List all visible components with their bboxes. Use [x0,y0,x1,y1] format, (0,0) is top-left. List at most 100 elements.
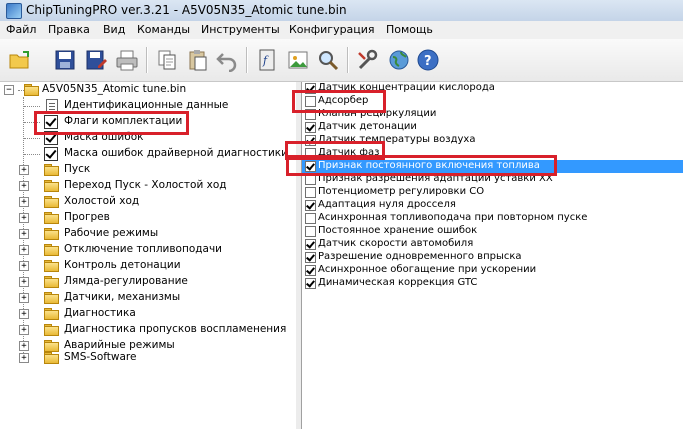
image-icon[interactable] [286,48,310,72]
menu-configuration[interactable]: Конфигурация [289,23,375,36]
expand-icon[interactable]: + [19,181,29,191]
tree-root[interactable]: − A5V05N35_Atomic tune.bin [4,82,294,98]
flag-checkbox[interactable] [305,213,316,224]
expand-icon[interactable]: + [19,325,29,335]
flag-checkbox[interactable] [305,200,316,211]
tree-item-idle[interactable]: + Холостой ход [19,194,294,210]
flag-checkbox[interactable] [305,265,316,276]
flag-label: Датчик детонации [318,121,417,132]
flag-checkbox[interactable] [305,252,316,263]
menu-edit[interactable]: Правка [48,23,90,36]
flag-checkbox[interactable] [305,226,316,237]
menu-commands[interactable]: Команды [137,23,190,36]
expand-icon[interactable]: + [19,229,29,239]
flag-checkbox[interactable] [305,239,316,250]
flag-item[interactable]: Асинхронная топливоподача при повторном … [302,212,683,225]
menu-file[interactable]: Файл [6,23,36,36]
search-icon[interactable] [316,48,340,72]
folder-icon [44,352,59,364]
expand-icon[interactable]: + [19,245,29,255]
tree-item-start[interactable]: + Пуск [19,162,294,178]
flags-list: Датчик концентрации кислорода Адсорбер К… [302,82,683,429]
paste-icon[interactable] [186,48,210,72]
tree-root-label: A5V05N35_Atomic tune.bin [42,83,187,95]
globe-icon[interactable] [387,48,411,72]
folder-icon [44,212,59,224]
tools-icon[interactable] [356,48,380,72]
flag-label: Асинхронная топливоподача при повторном … [318,212,588,223]
flag-checkbox[interactable] [305,122,316,133]
expand-icon[interactable]: + [19,309,29,319]
save-icon[interactable] [53,48,77,72]
flag-item[interactable]: Асинхронное обогащение при ускорении [302,264,683,277]
undo-icon[interactable] [215,48,239,72]
folder-icon [44,324,59,336]
flag-label: Асинхронное обогащение при ускорении [318,264,537,275]
expand-icon[interactable]: + [19,277,29,287]
toolbar: f ? [0,39,683,82]
flag-item[interactable]: Разрешение одновременного впрыска [302,251,683,264]
tree-item-label: Рабочие режимы [64,227,159,239]
tree-item-sensors[interactable]: + Датчики, механизмы [19,290,294,306]
flag-item[interactable]: Адаптация нуля дросселя [302,199,683,212]
tree-item-misfire-diagnostics[interactable]: + Диагностика пропусков воспламенения [19,322,294,338]
flag-label: Динамическая коррекция GTC [318,277,478,288]
tree-item-fuel-cutoff[interactable]: + Отключение топливоподачи [19,242,294,258]
folder-icon [44,308,59,320]
tree-item-label: Маска ошибок драйверной диагностики [64,147,288,159]
folder-icon [44,180,59,192]
copy-icon[interactable] [155,48,179,72]
expand-icon[interactable]: + [19,353,29,363]
menu-help[interactable]: Помощь [386,23,433,36]
highlight-frame-adsorber [292,90,386,113]
tree-item-diagnostics[interactable]: + Диагностика [19,306,294,322]
highlight-frame-flags-node [34,111,189,135]
print-icon[interactable] [115,48,139,72]
calculator-icon[interactable]: f [255,48,279,72]
expand-icon[interactable]: + [19,165,29,175]
tree-item-start-idle-transition[interactable]: + Переход Пуск - Холостой ход [19,178,294,194]
tree-item-driver-error-mask[interactable]: Маска ошибок драйверной диагностики [24,146,294,162]
folder-icon [44,228,59,240]
tree-item-label: Контроль детонации [64,259,181,271]
tree-item-label: Лямда-регулирование [64,275,188,287]
folder-icon [44,196,59,208]
folder-open-icon [24,84,39,96]
window-title: ChipTuningPRO ver.3.21 - A5V05N35_Atomic… [26,3,347,17]
expand-icon[interactable]: + [19,213,29,223]
flag-label: Разрешение одновременного впрыска [318,251,522,262]
tree-item-knock-control[interactable]: + Контроль детонации [19,258,294,274]
tree-item-operating-modes[interactable]: + Рабочие режимы [19,226,294,242]
tree-item-label: Диагностика пропусков воспламенения [64,323,287,335]
tree-item-label: Холостой ход [64,195,140,207]
menu-tools[interactable]: Инструменты [201,23,280,36]
tree-item-label: Датчики, механизмы [64,291,181,303]
expand-icon[interactable]: + [19,197,29,207]
open-folder-icon[interactable] [8,48,32,72]
collapse-icon[interactable]: − [4,85,14,95]
flag-item[interactable]: Динамическая коррекция GTC [302,277,683,290]
tree-item-lambda-control[interactable]: + Лямда-регулирование [19,274,294,290]
expand-icon[interactable]: + [19,293,29,303]
folder-icon [44,292,59,304]
checkbox-icon [44,147,58,161]
tree-item-label: Переход Пуск - Холостой ход [64,179,227,191]
flag-item[interactable]: Датчик детонации [302,121,683,134]
flag-label: Потенциометр регулировки СО [318,186,485,197]
tree-item-label: Идентификационные данные [64,99,229,111]
flag-item[interactable]: Потенциометр регулировки СО [302,186,683,199]
folder-icon [44,244,59,256]
flag-checkbox[interactable] [305,278,316,289]
help-icon[interactable]: ? [416,48,440,72]
expand-icon[interactable]: + [19,261,29,271]
tree-item-warmup[interactable]: + Прогрев [19,210,294,226]
tree-item-sms-software[interactable]: + SMS-Software [19,350,294,366]
flag-item[interactable]: Постоянное хранение ошибок [302,225,683,238]
flag-label: Датчик скорости автомобиля [318,238,474,249]
save-as-icon[interactable] [84,48,108,72]
menu-view[interactable]: Вид [103,23,125,36]
folder-icon [44,164,59,176]
flag-checkbox[interactable] [305,187,316,198]
flag-label: Постоянное хранение ошибок [318,225,478,236]
flag-item[interactable]: Датчик скорости автомобиля [302,238,683,251]
